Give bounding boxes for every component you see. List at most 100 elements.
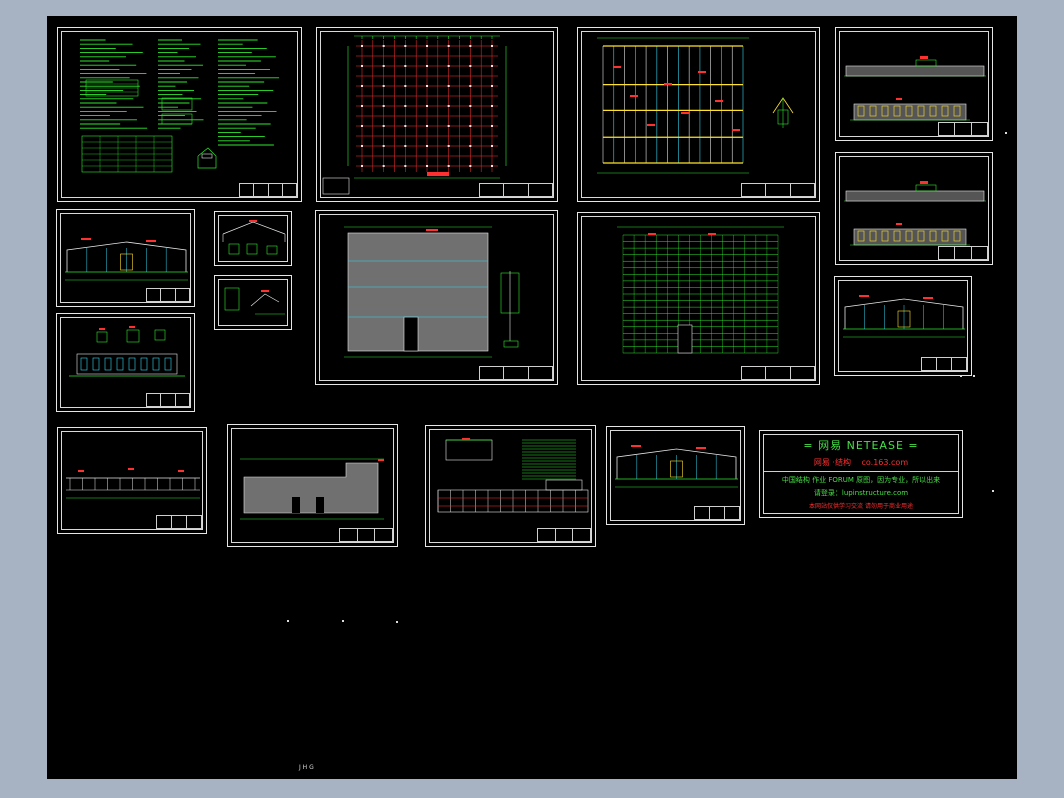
drawing-stroke	[469, 85, 472, 87]
drawing-stroke	[708, 233, 716, 235]
drawing-stroke	[161, 97, 193, 111]
title-block	[741, 183, 815, 197]
detail-2-drawing	[224, 287, 285, 315]
drawing-stroke	[266, 245, 278, 255]
column-grid-drawing	[322, 35, 507, 195]
drawing-stroke	[96, 331, 108, 343]
sheet-gable-details[interactable]	[425, 425, 596, 547]
roof-plan-drawing	[344, 226, 520, 358]
sheet-floor-plan[interactable]	[227, 424, 398, 547]
drawing-stroke	[732, 129, 740, 131]
drawing-stroke	[469, 125, 472, 127]
drawing-stroke	[915, 59, 937, 67]
title-block	[146, 288, 190, 302]
drawing-stroke	[447, 125, 450, 127]
drawing-stroke	[447, 165, 450, 167]
stray-mark	[992, 490, 994, 492]
drawing-stroke	[469, 165, 472, 167]
drawing-stroke	[896, 223, 902, 225]
netease-stamp-sheet[interactable]: = 网易 NETEASE = 网易 ·结构 co.163.com 中国结构 作业…	[759, 430, 963, 518]
drawing-stroke	[224, 287, 240, 311]
drawing-stroke	[853, 228, 967, 246]
drawing-stroke	[382, 65, 385, 67]
title-block	[479, 366, 553, 380]
notes-drawing	[80, 39, 280, 173]
sheet-detail-small-2[interactable]	[214, 275, 292, 330]
sheet-elevation-a[interactable]	[835, 27, 993, 141]
drawing-stroke	[128, 468, 134, 470]
drawing-stroke	[859, 295, 869, 297]
drawing-stroke	[404, 45, 407, 47]
drawing-stroke	[154, 329, 166, 341]
drawing-stroke	[404, 165, 407, 167]
drawing-stroke	[681, 112, 689, 114]
sheet-frame-elevation-3[interactable]	[56, 313, 195, 412]
title-block	[156, 515, 202, 529]
drawing-stroke	[445, 439, 493, 461]
stamp-login-line: 请登录：lupinstructure.com	[813, 489, 909, 497]
title-block	[938, 122, 988, 136]
title-block	[694, 506, 740, 520]
title-block	[921, 357, 967, 371]
drawing-stroke	[920, 56, 928, 59]
drawing-stroke	[78, 470, 84, 472]
sheet-purlin-layout[interactable]	[577, 212, 820, 385]
drawing-stroke	[382, 45, 385, 47]
sheet-frame-section-1[interactable]	[56, 209, 195, 307]
drawing-stroke	[361, 145, 363, 147]
sheet-roof-beam-plan[interactable]	[577, 27, 820, 202]
title-block	[741, 366, 815, 380]
drawing-stroke	[447, 65, 450, 67]
sheet-design-notes[interactable]	[57, 27, 302, 202]
drawing-stroke	[664, 83, 672, 85]
detail-1-drawing	[222, 220, 286, 255]
drawing-stroke	[404, 125, 407, 127]
sheet-side-elevation[interactable]	[57, 427, 207, 534]
sheet-frame-section-2[interactable]	[834, 276, 972, 376]
sheet-elevation-b[interactable]	[835, 152, 993, 265]
sheet-frame-section-4[interactable]	[606, 426, 745, 525]
stray-mark	[960, 375, 962, 377]
stamp-site-line: 网易 ·结构 co.163.com	[760, 457, 962, 468]
drawing-stroke	[316, 497, 324, 513]
drawing-stroke	[491, 165, 493, 167]
drawing-stroke	[920, 181, 928, 184]
drawing-stroke	[491, 125, 493, 127]
drawing-stroke	[92, 357, 100, 371]
drawing-stroke	[896, 98, 902, 100]
drawing-stroke	[81, 238, 91, 240]
drawing-stroke	[128, 357, 136, 371]
drawing-stroke	[491, 45, 493, 47]
model-space-canvas[interactable]: = 网易 NETEASE = 网易 ·结构 co.163.com 中国结构 作业…	[47, 16, 1017, 779]
drawing-stroke	[322, 177, 350, 195]
drawing-stroke	[129, 326, 135, 328]
drawing-stroke	[361, 125, 363, 127]
drawing-stroke	[426, 165, 428, 167]
stamp-divider	[764, 471, 958, 472]
drawing-stroke	[404, 145, 407, 147]
drawing-stroke	[382, 85, 385, 87]
drawing-stroke	[631, 445, 641, 447]
drawing-stroke	[696, 447, 706, 449]
drawing-stroke	[404, 65, 407, 67]
sheet-column-layout-plan[interactable]	[316, 27, 558, 202]
title-block	[339, 528, 393, 542]
sheet-roof-plan[interactable]	[315, 210, 558, 385]
drawing-stroke	[382, 165, 385, 167]
stamp-brand-line: = 网易 NETEASE =	[803, 439, 919, 452]
drawing-stroke	[647, 124, 655, 126]
drawing-stroke	[845, 190, 985, 202]
stray-mark	[287, 620, 289, 622]
drawing-stroke	[404, 105, 407, 107]
purlin-drawing	[617, 226, 784, 354]
drawing-stroke	[491, 105, 493, 107]
drawing-stroke	[648, 233, 656, 235]
roof-beam-drawing	[597, 37, 794, 174]
drawing-stroke	[382, 145, 385, 147]
drawing-stroke	[201, 153, 213, 159]
drawing-stroke	[361, 45, 363, 47]
drawing-stroke	[361, 85, 363, 87]
drawing-stroke	[426, 45, 428, 47]
sheet-detail-small-1[interactable]	[214, 211, 292, 266]
drawing-stroke	[104, 357, 112, 371]
